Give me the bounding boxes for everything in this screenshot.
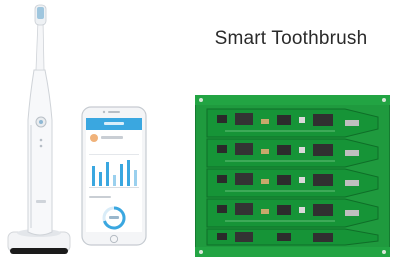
pcb-panel-photo <box>195 95 390 257</box>
pcb-board-2 <box>206 138 379 168</box>
pcb-board-1 <box>206 108 379 138</box>
figure-title: Smart Toothbrush <box>214 28 368 49</box>
pcb-board-5 <box>206 228 379 246</box>
pcb-board-4 <box>206 198 379 228</box>
toothbrush-handle <box>27 4 53 236</box>
smartphone <box>81 106 147 246</box>
pcb-board-3 <box>206 168 379 198</box>
toothbrush-product-photo <box>0 0 190 262</box>
